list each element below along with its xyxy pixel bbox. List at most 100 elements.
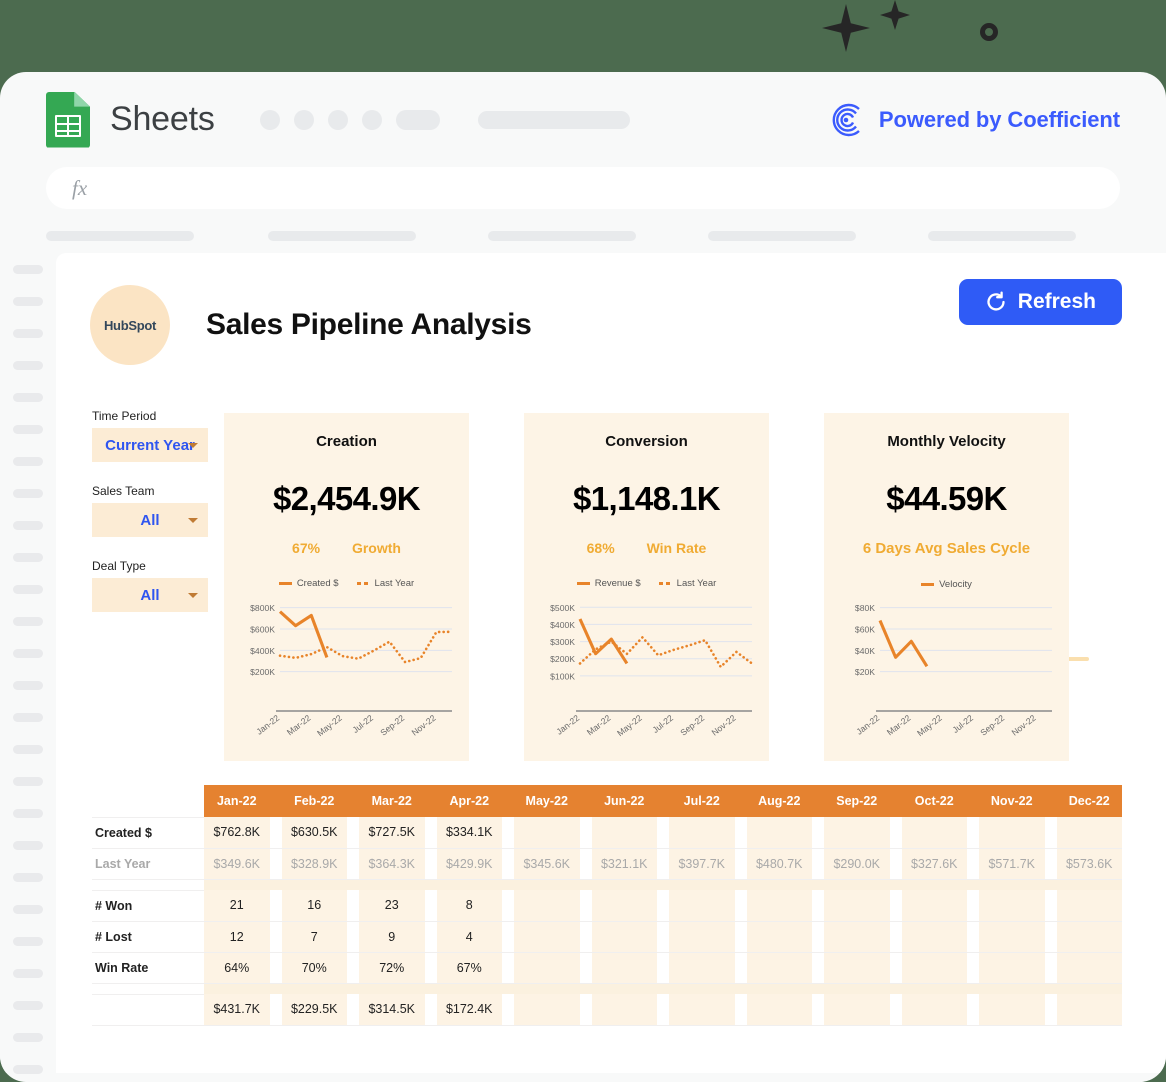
table-cell [669,994,735,1026]
table-column-header: Oct-22 [901,785,967,817]
table-row-header: # Lost [92,921,204,953]
table-column-gap [812,785,824,817]
x-axis-tick-label: Mar-22 [885,713,913,738]
table-cell [746,994,812,1026]
table-column-gap [967,848,979,880]
table-cell: $480.7K [746,848,812,880]
table-column-gap [424,952,437,984]
kpi-card-title: Creation [316,433,377,450]
table-cell: 12 [204,921,270,953]
table-corner-cell [92,785,204,818]
table-column-gap [889,785,902,817]
toolbar-placeholder[interactable] [488,231,636,241]
refresh-button[interactable]: Refresh [958,279,1122,325]
filter-label: Sales Team [92,484,155,498]
powered-by-coefficient[interactable]: Powered by Coefficient [829,103,1120,137]
menu-placeholder-dot[interactable] [259,109,280,130]
table-column-gap [269,952,282,984]
table-cell [514,994,580,1026]
table-column-gap [269,890,282,922]
sparkle-small-icon [880,0,910,30]
table-column-header: Dec-22 [1056,785,1122,817]
table-column-gap [347,921,359,953]
table-column-header: Jan-22 [204,785,270,817]
table-cell [746,890,812,922]
table-row-header: Created $ [92,817,204,849]
table-cell: $429.9K [436,848,502,880]
y-axis-tick-label: $40K [855,646,875,656]
table-column-header: Apr-22 [436,785,502,817]
table-header-row: Jan-22 Feb-22 Mar-22 Apr-22 May-22 Jun-22 Jul-… [92,785,1122,818]
menu-placeholder-pill[interactable] [395,109,440,130]
table-cell [901,817,967,849]
filter-time-period: Time Period Current Year [92,409,208,462]
kpi-card-subtext: 6 Days Avg Sales Cycle [824,540,1069,557]
filter-label: Deal Type [92,559,146,573]
menu-placeholder-bar[interactable] [477,110,630,129]
table-column-gap [502,952,514,984]
table-row-header [92,994,204,1026]
row-number-placeholder [13,297,43,306]
table-cell [746,817,812,849]
table-column-gap [424,817,437,849]
ring-icon [980,23,998,41]
pipeline-data-table: Jan-22 Feb-22 Mar-22 Apr-22 May-22 Jun-22 Jul-… [92,785,1166,1026]
row-number-placeholder [13,457,43,466]
x-axis-tick-label: Jan-22 [854,713,881,737]
y-axis-tick-label: $500K [550,603,575,613]
toolbar-placeholder[interactable] [928,231,1076,241]
filter-time-period-select[interactable]: Current Year [92,428,208,462]
filter-sales-team-select[interactable]: All [92,503,208,537]
filter-deal-type-select[interactable]: All [92,578,208,612]
table-column-header: Jun-22 [591,785,657,817]
table-column-header: Sep-22 [824,785,890,817]
coefficient-logo-icon [832,103,860,136]
table-column-header: Mar-22 [359,785,425,817]
kpi-metric-label: Growth [351,540,401,556]
row-number-placeholder [13,649,43,658]
y-axis-tick-label: $400K [250,646,275,656]
table-cell: $349.6K [204,848,270,880]
toolbar-placeholder[interactable] [708,231,856,241]
table-column-gap [657,994,669,1026]
formula-bar[interactable]: fx [46,167,1120,209]
row-number-placeholder [13,873,43,882]
table-column-gap [579,952,592,984]
table-cell [901,890,967,922]
table-column-gap [812,994,824,1026]
menu-placeholder-dot[interactable] [293,109,314,130]
table-column-gap [889,952,902,984]
chevron-down-icon [188,443,198,448]
filter-label: Time Period [92,409,157,423]
table-column-gap [967,994,979,1026]
toolbar-placeholder[interactable] [46,231,194,241]
x-axis-tick-label: May-22 [615,713,644,739]
toolbar-placeholder[interactable] [268,231,416,241]
table-column-gap [734,994,747,1026]
table-column-gap [967,890,979,922]
table-cell [514,952,580,984]
table-cell [824,994,890,1026]
table-cell [901,952,967,984]
table-column-gap [657,890,669,922]
coefficient-label: Powered by Coefficient [878,106,1120,132]
table-column-gap [579,994,592,1026]
table-column-gap [734,952,747,984]
y-axis-tick-label: $300K [550,637,575,647]
sparkle-large-icon [822,4,870,52]
row-number-placeholder [13,809,43,818]
table-column-header: Nov-22 [979,785,1045,817]
kpi-card-title: Conversion [605,433,688,450]
row-number-placeholder [13,969,43,978]
table-cell [514,890,580,922]
table-column-gap [347,785,359,817]
menu-placeholder-dot[interactable] [327,109,348,130]
kpi-card-creation: Creation $2,454.9K 67% Growth Created $ … [224,413,469,761]
table-cell [824,921,890,953]
kpi-metric: 68% [586,540,615,556]
table-column-gap [889,921,902,953]
table-cell: 64% [204,952,270,984]
app-name: Sheets [110,100,215,138]
menu-placeholder-dot[interactable] [361,109,382,130]
table-row: Created $ $762.8K $630.5K $727.5K $334.1K [92,817,1122,849]
